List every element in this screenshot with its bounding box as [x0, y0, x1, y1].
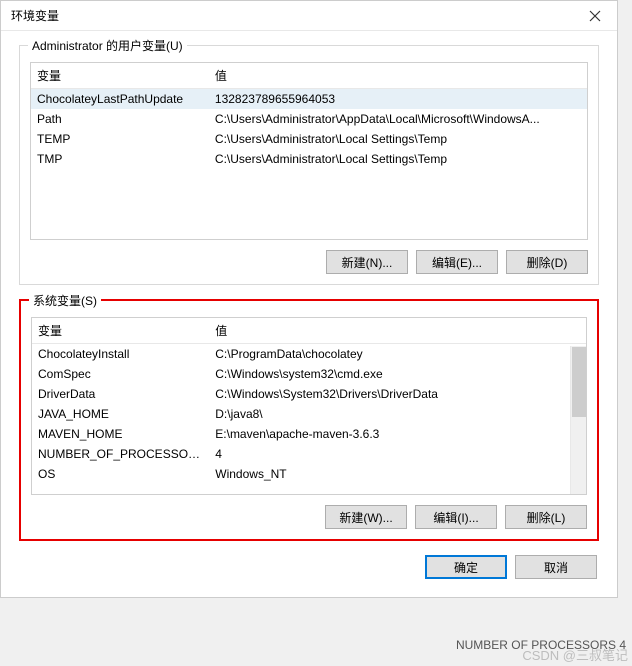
cell-var: DriverData [32, 384, 209, 404]
titlebar: 环境变量 [1, 1, 617, 31]
cell-var: MAVEN_HOME [32, 424, 209, 444]
system-new-button[interactable]: 新建(W)... [325, 505, 407, 529]
table-row[interactable]: MAVEN_HOMEE:\maven\apache-maven-3.6.3 [32, 424, 586, 444]
cell-val: Windows_NT [209, 464, 586, 484]
cell-var: ChocolateyInstall [32, 344, 209, 365]
table-row[interactable]: DriverDataC:\Windows\System32\Drivers\Dr… [32, 384, 586, 404]
cell-val: 132823789655964053 [209, 89, 587, 110]
close-icon [589, 10, 601, 22]
col-header-val[interactable]: 值 [209, 63, 587, 89]
cell-val: C:\Users\Administrator\Local Settings\Te… [209, 149, 587, 169]
table-row[interactable]: PathC:\Users\Administrator\AppData\Local… [31, 109, 587, 129]
table-row[interactable]: ChocolateyInstallC:\ProgramData\chocolat… [32, 344, 586, 365]
cell-var: NUMBER_OF_PROCESSORS [32, 444, 209, 464]
system-delete-button[interactable]: 删除(L) [505, 505, 587, 529]
cell-val: D:\java8\ [209, 404, 586, 424]
user-vars-table-wrap[interactable]: 变量 值 ChocolateyLastPathUpdate13282378965… [30, 62, 588, 240]
close-button[interactable] [572, 1, 617, 31]
dialog-buttons: 确定 取消 [17, 555, 601, 581]
table-row[interactable]: TEMPC:\Users\Administrator\Local Setting… [31, 129, 587, 149]
cell-var: OS [32, 464, 209, 484]
cell-var: ChocolateyLastPathUpdate [31, 89, 209, 110]
user-vars-buttons: 新建(N)... 编辑(E)... 删除(D) [30, 250, 588, 274]
cell-var: TMP [31, 149, 209, 169]
cell-val: C:\ProgramData\chocolatey [209, 344, 586, 365]
cell-val: C:\Users\Administrator\Local Settings\Te… [209, 129, 587, 149]
system-vars-group: 系统变量(S) 变量 值 ChocolateyInstallC:\Program… [19, 299, 599, 541]
env-vars-dialog: 环境变量 Administrator 的用户变量(U) 变量 值 Chocola… [0, 0, 618, 598]
col-header-val[interactable]: 值 [209, 318, 586, 344]
system-vars-table-wrap[interactable]: 变量 值 ChocolateyInstallC:\ProgramData\cho… [31, 317, 587, 495]
table-row[interactable]: TMPC:\Users\Administrator\Local Settings… [31, 149, 587, 169]
scrollbar[interactable] [570, 346, 586, 494]
system-vars-buttons: 新建(W)... 编辑(I)... 删除(L) [31, 505, 587, 529]
user-new-button[interactable]: 新建(N)... [326, 250, 408, 274]
cell-var: JAVA_HOME [32, 404, 209, 424]
cell-var: Path [31, 109, 209, 129]
table-row[interactable]: ComSpecC:\Windows\system32\cmd.exe [32, 364, 586, 384]
background-window-text: NUMBER OF PROCESSORS 4 [456, 638, 626, 652]
cell-val: C:\Windows\system32\cmd.exe [209, 364, 586, 384]
table-row[interactable]: NUMBER_OF_PROCESSORS4 [32, 444, 586, 464]
user-edit-button[interactable]: 编辑(E)... [416, 250, 498, 274]
cell-var: TEMP [31, 129, 209, 149]
system-edit-button[interactable]: 编辑(I)... [415, 505, 497, 529]
user-delete-button[interactable]: 删除(D) [506, 250, 588, 274]
user-vars-legend: Administrator 的用户变量(U) [28, 37, 187, 54]
scrollbar-thumb[interactable] [572, 347, 586, 417]
user-vars-group: Administrator 的用户变量(U) 变量 值 ChocolateyLa… [19, 45, 599, 285]
ok-button[interactable]: 确定 [425, 555, 507, 579]
user-vars-table: 变量 值 ChocolateyLastPathUpdate13282378965… [31, 63, 587, 169]
col-header-var[interactable]: 变量 [31, 63, 209, 89]
dialog-content: Administrator 的用户变量(U) 变量 值 ChocolateyLa… [1, 31, 617, 597]
dialog-title: 环境变量 [11, 7, 572, 24]
table-row[interactable]: OSWindows_NT [32, 464, 586, 484]
col-header-var[interactable]: 变量 [32, 318, 209, 344]
cell-val: C:\Users\Administrator\AppData\Local\Mic… [209, 109, 587, 129]
cell-val: E:\maven\apache-maven-3.6.3 [209, 424, 586, 444]
table-row[interactable]: JAVA_HOMED:\java8\ [32, 404, 586, 424]
system-vars-table: 变量 值 ChocolateyInstallC:\ProgramData\cho… [32, 318, 586, 484]
system-vars-legend: 系统变量(S) [29, 292, 101, 309]
cell-val: C:\Windows\System32\Drivers\DriverData [209, 384, 586, 404]
cancel-button[interactable]: 取消 [515, 555, 597, 579]
table-row[interactable]: ChocolateyLastPathUpdate1328237896559640… [31, 89, 587, 110]
cell-var: ComSpec [32, 364, 209, 384]
cell-val: 4 [209, 444, 586, 464]
